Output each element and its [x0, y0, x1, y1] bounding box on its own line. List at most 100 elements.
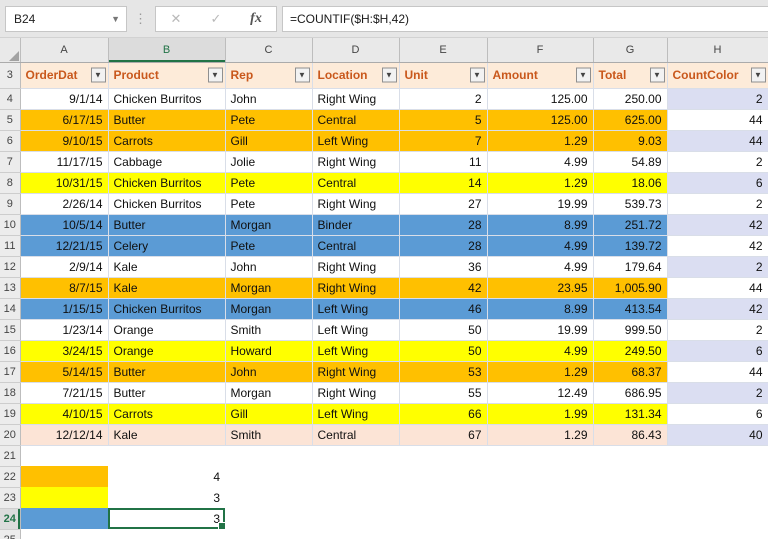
cell-A23[interactable]	[20, 487, 108, 508]
row-header-10[interactable]: 10	[0, 214, 21, 236]
row-header-9[interactable]: 9	[0, 193, 21, 215]
cell-E13[interactable]: 42	[399, 277, 488, 299]
cell-F22[interactable]	[487, 466, 593, 487]
row-header-8[interactable]: 8	[0, 172, 21, 194]
cell-H10[interactable]: 42	[667, 214, 768, 236]
cell-D12[interactable]: Right Wing	[312, 256, 400, 278]
cell-D13[interactable]: Right Wing	[312, 277, 400, 299]
cell-G13[interactable]: 1,005.90	[593, 277, 668, 299]
cell-H20[interactable]: 40	[667, 424, 768, 446]
cell-A15[interactable]: 1/23/14	[20, 319, 109, 341]
row-header-15[interactable]: 15	[0, 319, 21, 341]
cell-G6[interactable]: 9.03	[593, 130, 668, 152]
filter-dropdown-button[interactable]: ▼	[649, 67, 665, 83]
cell-B10[interactable]: Butter	[108, 214, 226, 236]
column-header-B[interactable]: B	[108, 38, 226, 63]
cell-C24[interactable]	[225, 508, 312, 529]
cell-F13[interactable]: 23.95	[487, 277, 594, 299]
header-cell-location[interactable]: Location ▼	[312, 62, 400, 89]
cell-D15[interactable]: Left Wing	[312, 319, 400, 341]
cell-C23[interactable]	[225, 487, 312, 508]
cell-A11[interactable]: 12/21/15	[20, 235, 109, 257]
cell-A4[interactable]: 9/1/14	[20, 88, 109, 110]
cell-A5[interactable]: 6/17/15	[20, 109, 109, 131]
cell-H4[interactable]: 2	[667, 88, 768, 110]
cell-H9[interactable]: 2	[667, 193, 768, 215]
cell-G5[interactable]: 625.00	[593, 109, 668, 131]
cell-D8[interactable]: Central	[312, 172, 400, 194]
cell-E4[interactable]: 2	[399, 88, 488, 110]
formula-input[interactable]: =COUNTIF($H:$H,42)	[282, 5, 768, 32]
row-header-4[interactable]: 4	[0, 88, 21, 110]
cell-D6[interactable]: Left Wing	[312, 130, 400, 152]
filter-dropdown-button[interactable]: ▼	[381, 67, 397, 83]
cell-G19[interactable]: 131.34	[593, 403, 668, 425]
row-header-19[interactable]: 19	[0, 403, 21, 425]
cell-C17[interactable]: John	[225, 361, 313, 383]
cell-D22[interactable]	[312, 466, 399, 487]
cell-H16[interactable]: 6	[667, 340, 768, 362]
cell-F16[interactable]: 4.99	[487, 340, 594, 362]
row-header-25[interactable]: 25	[0, 529, 21, 539]
cell-C8[interactable]: Pete	[225, 172, 313, 194]
row-header-24[interactable]: 24	[0, 508, 21, 530]
name-box-dropdown-icon[interactable]: ▼	[111, 14, 126, 24]
row-header-20[interactable]: 20	[0, 424, 21, 446]
cell-B24[interactable]: 3	[108, 508, 225, 529]
cell-B15[interactable]: Orange	[108, 319, 226, 341]
cell-G14[interactable]: 413.54	[593, 298, 668, 320]
cell-A22[interactable]	[20, 466, 108, 487]
cell-C20[interactable]: Smith	[225, 424, 313, 446]
enter-button[interactable]: ✓	[196, 11, 236, 27]
cell-G25[interactable]	[593, 529, 667, 539]
cell-A12[interactable]: 2/9/14	[20, 256, 109, 278]
cell-H19[interactable]: 6	[667, 403, 768, 425]
cell-B20[interactable]: Kale	[108, 424, 226, 446]
cell-A8[interactable]: 10/31/15	[20, 172, 109, 194]
cell-G18[interactable]: 686.95	[593, 382, 668, 404]
cell-D14[interactable]: Left Wing	[312, 298, 400, 320]
cell-B6[interactable]: Carrots	[108, 130, 226, 152]
row-header-11[interactable]: 11	[0, 235, 21, 257]
column-header-E[interactable]: E	[399, 38, 488, 63]
cell-F25[interactable]	[487, 529, 593, 539]
cell-G4[interactable]: 250.00	[593, 88, 668, 110]
cell-A24[interactable]	[20, 508, 108, 529]
cell-F20[interactable]: 1.29	[487, 424, 594, 446]
cell-G22[interactable]	[593, 466, 667, 487]
cell-A21[interactable]	[20, 445, 108, 466]
header-cell-rep[interactable]: Rep ▼	[225, 62, 313, 89]
cell-E10[interactable]: 28	[399, 214, 488, 236]
cell-D21[interactable]	[312, 445, 399, 466]
cell-F8[interactable]: 1.29	[487, 172, 594, 194]
cell-B25[interactable]	[108, 529, 225, 539]
column-header-F[interactable]: F	[487, 38, 594, 63]
cell-D5[interactable]: Central	[312, 109, 400, 131]
cell-C4[interactable]: John	[225, 88, 313, 110]
cell-F4[interactable]: 125.00	[487, 88, 594, 110]
cell-B4[interactable]: Chicken Burritos	[108, 88, 226, 110]
cell-F18[interactable]: 12.49	[487, 382, 594, 404]
cell-C25[interactable]	[225, 529, 312, 539]
cell-C14[interactable]: Morgan	[225, 298, 313, 320]
cell-H6[interactable]: 44	[667, 130, 768, 152]
cell-G11[interactable]: 139.72	[593, 235, 668, 257]
cell-E20[interactable]: 67	[399, 424, 488, 446]
cell-F24[interactable]	[487, 508, 593, 529]
cell-F10[interactable]: 8.99	[487, 214, 594, 236]
cell-H17[interactable]: 44	[667, 361, 768, 383]
cell-C15[interactable]: Smith	[225, 319, 313, 341]
cell-H11[interactable]: 42	[667, 235, 768, 257]
row-header-13[interactable]: 13	[0, 277, 21, 299]
row-header-17[interactable]: 17	[0, 361, 21, 383]
cell-F19[interactable]: 1.99	[487, 403, 594, 425]
cell-H22[interactable]	[667, 466, 768, 487]
cell-G17[interactable]: 68.37	[593, 361, 668, 383]
cell-B7[interactable]: Cabbage	[108, 151, 226, 173]
cell-E5[interactable]: 5	[399, 109, 488, 131]
filter-dropdown-button[interactable]: ▼	[207, 67, 223, 83]
cell-D18[interactable]: Right Wing	[312, 382, 400, 404]
cell-E9[interactable]: 27	[399, 193, 488, 215]
cell-D11[interactable]: Central	[312, 235, 400, 257]
header-cell-unit[interactable]: Unit ▼	[399, 62, 488, 89]
